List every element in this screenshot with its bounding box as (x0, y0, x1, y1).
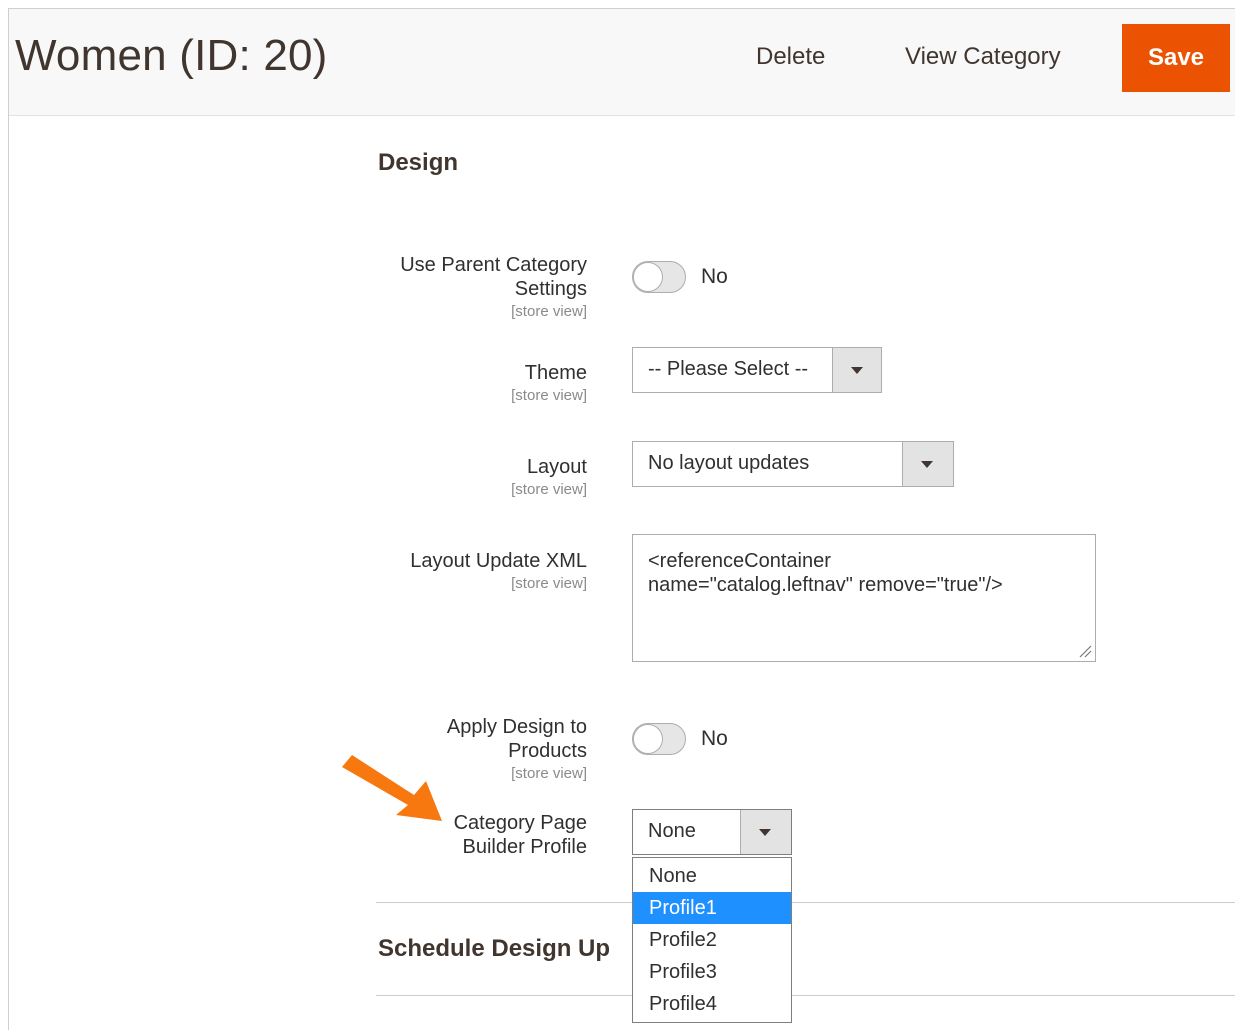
resize-handle-icon[interactable] (1078, 644, 1092, 658)
view-category-button[interactable]: View Category (905, 43, 1061, 71)
toggle-knob (633, 724, 663, 754)
layout-update-xml-label: Layout Update XML (410, 550, 587, 572)
layout-select[interactable]: No layout updates (632, 441, 954, 487)
toggle-knob (633, 262, 663, 292)
layout-label: Layout (526, 456, 587, 478)
textarea-line: name="catalog.leftnav" remove="true"/> (648, 574, 1003, 596)
section-divider (376, 902, 1235, 903)
textarea-line: <referenceContainer (648, 550, 831, 572)
page-builder-profile-label-line2: Builder Profile (462, 836, 587, 858)
schedule-design-section-title[interactable]: Schedule Design Up (378, 935, 610, 963)
page-builder-profile-select[interactable]: None (632, 809, 792, 855)
apply-design-toggle[interactable] (632, 723, 686, 755)
theme-select-value: -- Please Select -- (648, 358, 809, 380)
page-title: Women (ID: 20) (15, 31, 328, 80)
page-builder-profile-label: Category Page Builder Profile (327, 811, 587, 859)
theme-label: Theme (524, 362, 587, 384)
page-builder-profile-value: None (648, 820, 696, 842)
apply-design-value: No (701, 727, 728, 750)
dropdown-option-profile3[interactable]: Profile3 (633, 956, 791, 988)
page-header: Women (ID: 20) Delete View Category Save (9, 9, 1235, 116)
dropdown-option-profile2[interactable]: Profile2 (633, 924, 791, 956)
delete-button[interactable]: Delete (756, 43, 825, 71)
design-section-title[interactable]: Design (378, 149, 458, 177)
use-parent-settings-label-line2: Settings (514, 278, 587, 300)
theme-select[interactable]: -- Please Select -- (632, 347, 882, 393)
layout-select-value: No layout updates (648, 452, 810, 474)
scope-label: [store view] (511, 387, 587, 404)
use-parent-settings-label-line1: Use Parent Category (400, 254, 587, 276)
page-builder-profile-label-line1: Category Page (453, 812, 587, 834)
layout-update-xml-textarea[interactable]: <referenceContainer name="catalog.leftna… (632, 534, 1096, 662)
use-parent-settings-toggle[interactable] (632, 261, 686, 293)
dropdown-arrow (832, 348, 881, 392)
scope-label: [store view] (511, 575, 587, 592)
section-divider (376, 995, 1235, 996)
save-button[interactable]: Save (1122, 24, 1230, 92)
chevron-down-icon (921, 461, 933, 468)
dropdown-option-profile1[interactable]: Profile1 (633, 892, 791, 924)
dropdown-arrow (740, 810, 791, 854)
use-parent-settings-label: Use Parent Category Settings (327, 253, 587, 301)
use-parent-settings-value: No (701, 265, 728, 288)
chevron-down-icon (759, 829, 771, 836)
chevron-down-icon (851, 367, 863, 374)
dropdown-option-none[interactable]: None (633, 860, 791, 892)
page-builder-profile-options: None Profile1 Profile2 Profile3 Profile4 (632, 857, 792, 1023)
dropdown-arrow (902, 442, 953, 486)
dropdown-option-profile4[interactable]: Profile4 (633, 988, 791, 1020)
apply-design-label-line1: Apply Design to (446, 716, 587, 738)
page-frame: Women (ID: 20) Delete View Category Save… (8, 8, 1235, 1030)
scope-label: [store view] (511, 303, 587, 320)
scope-label: [store view] (511, 481, 587, 498)
